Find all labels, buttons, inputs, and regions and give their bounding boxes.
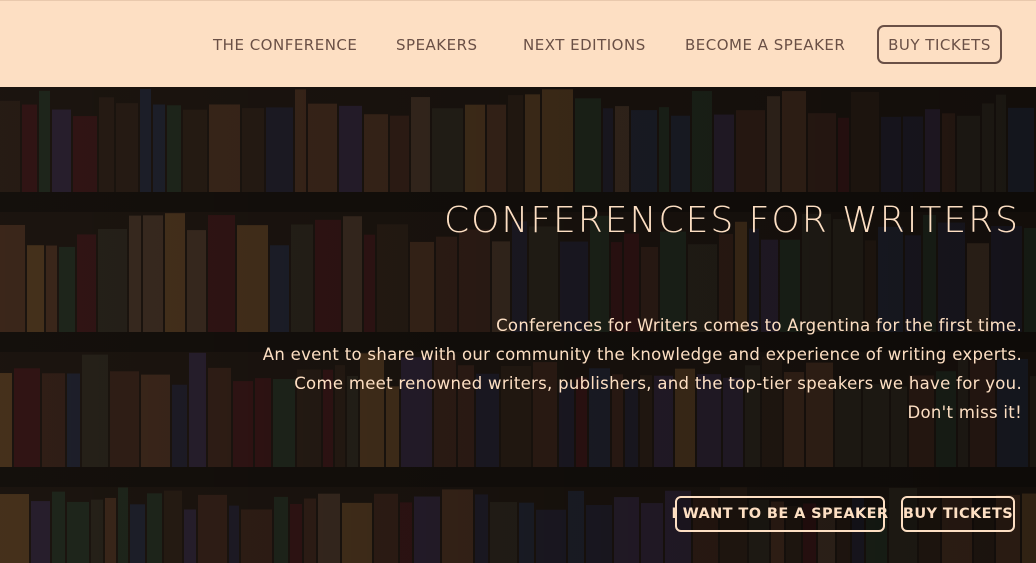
buy-tickets-nav-button[interactable]: BUY TICKETS bbox=[877, 25, 1002, 64]
nav-link-speakers[interactable]: SPEAKERS bbox=[396, 36, 478, 54]
nav-link-next-editions[interactable]: NEXT EDITIONS bbox=[523, 36, 646, 54]
hero-line: Come meet renowned writers, publishers, … bbox=[294, 374, 1022, 393]
hero-line: An event to share with our community the… bbox=[262, 345, 1022, 364]
nav-link-the-conference[interactable]: THE CONFERENCE bbox=[213, 36, 357, 54]
become-speaker-button[interactable]: I WANT TO BE A SPEAKER bbox=[672, 496, 888, 532]
hero-line: Conferences for Writers comes to Argenti… bbox=[496, 316, 1022, 335]
hero-title: CONFERENCES FOR WRITERS bbox=[443, 200, 1020, 241]
navbar: THE CONFERENCE SPEAKERS NEXT EDITIONS BE… bbox=[0, 0, 1036, 87]
hero-line: Don't miss it! bbox=[907, 403, 1022, 422]
nav-link-become-a-speaker[interactable]: BECOME A SPEAKER bbox=[685, 36, 845, 54]
buy-tickets-hero-button[interactable]: BUY TICKETS bbox=[901, 496, 1015, 532]
hero-description: Conferences for Writers comes to Argenti… bbox=[142, 311, 1022, 427]
hero-section: CONFERENCES FOR WRITERS Conferences for … bbox=[0, 87, 1036, 563]
